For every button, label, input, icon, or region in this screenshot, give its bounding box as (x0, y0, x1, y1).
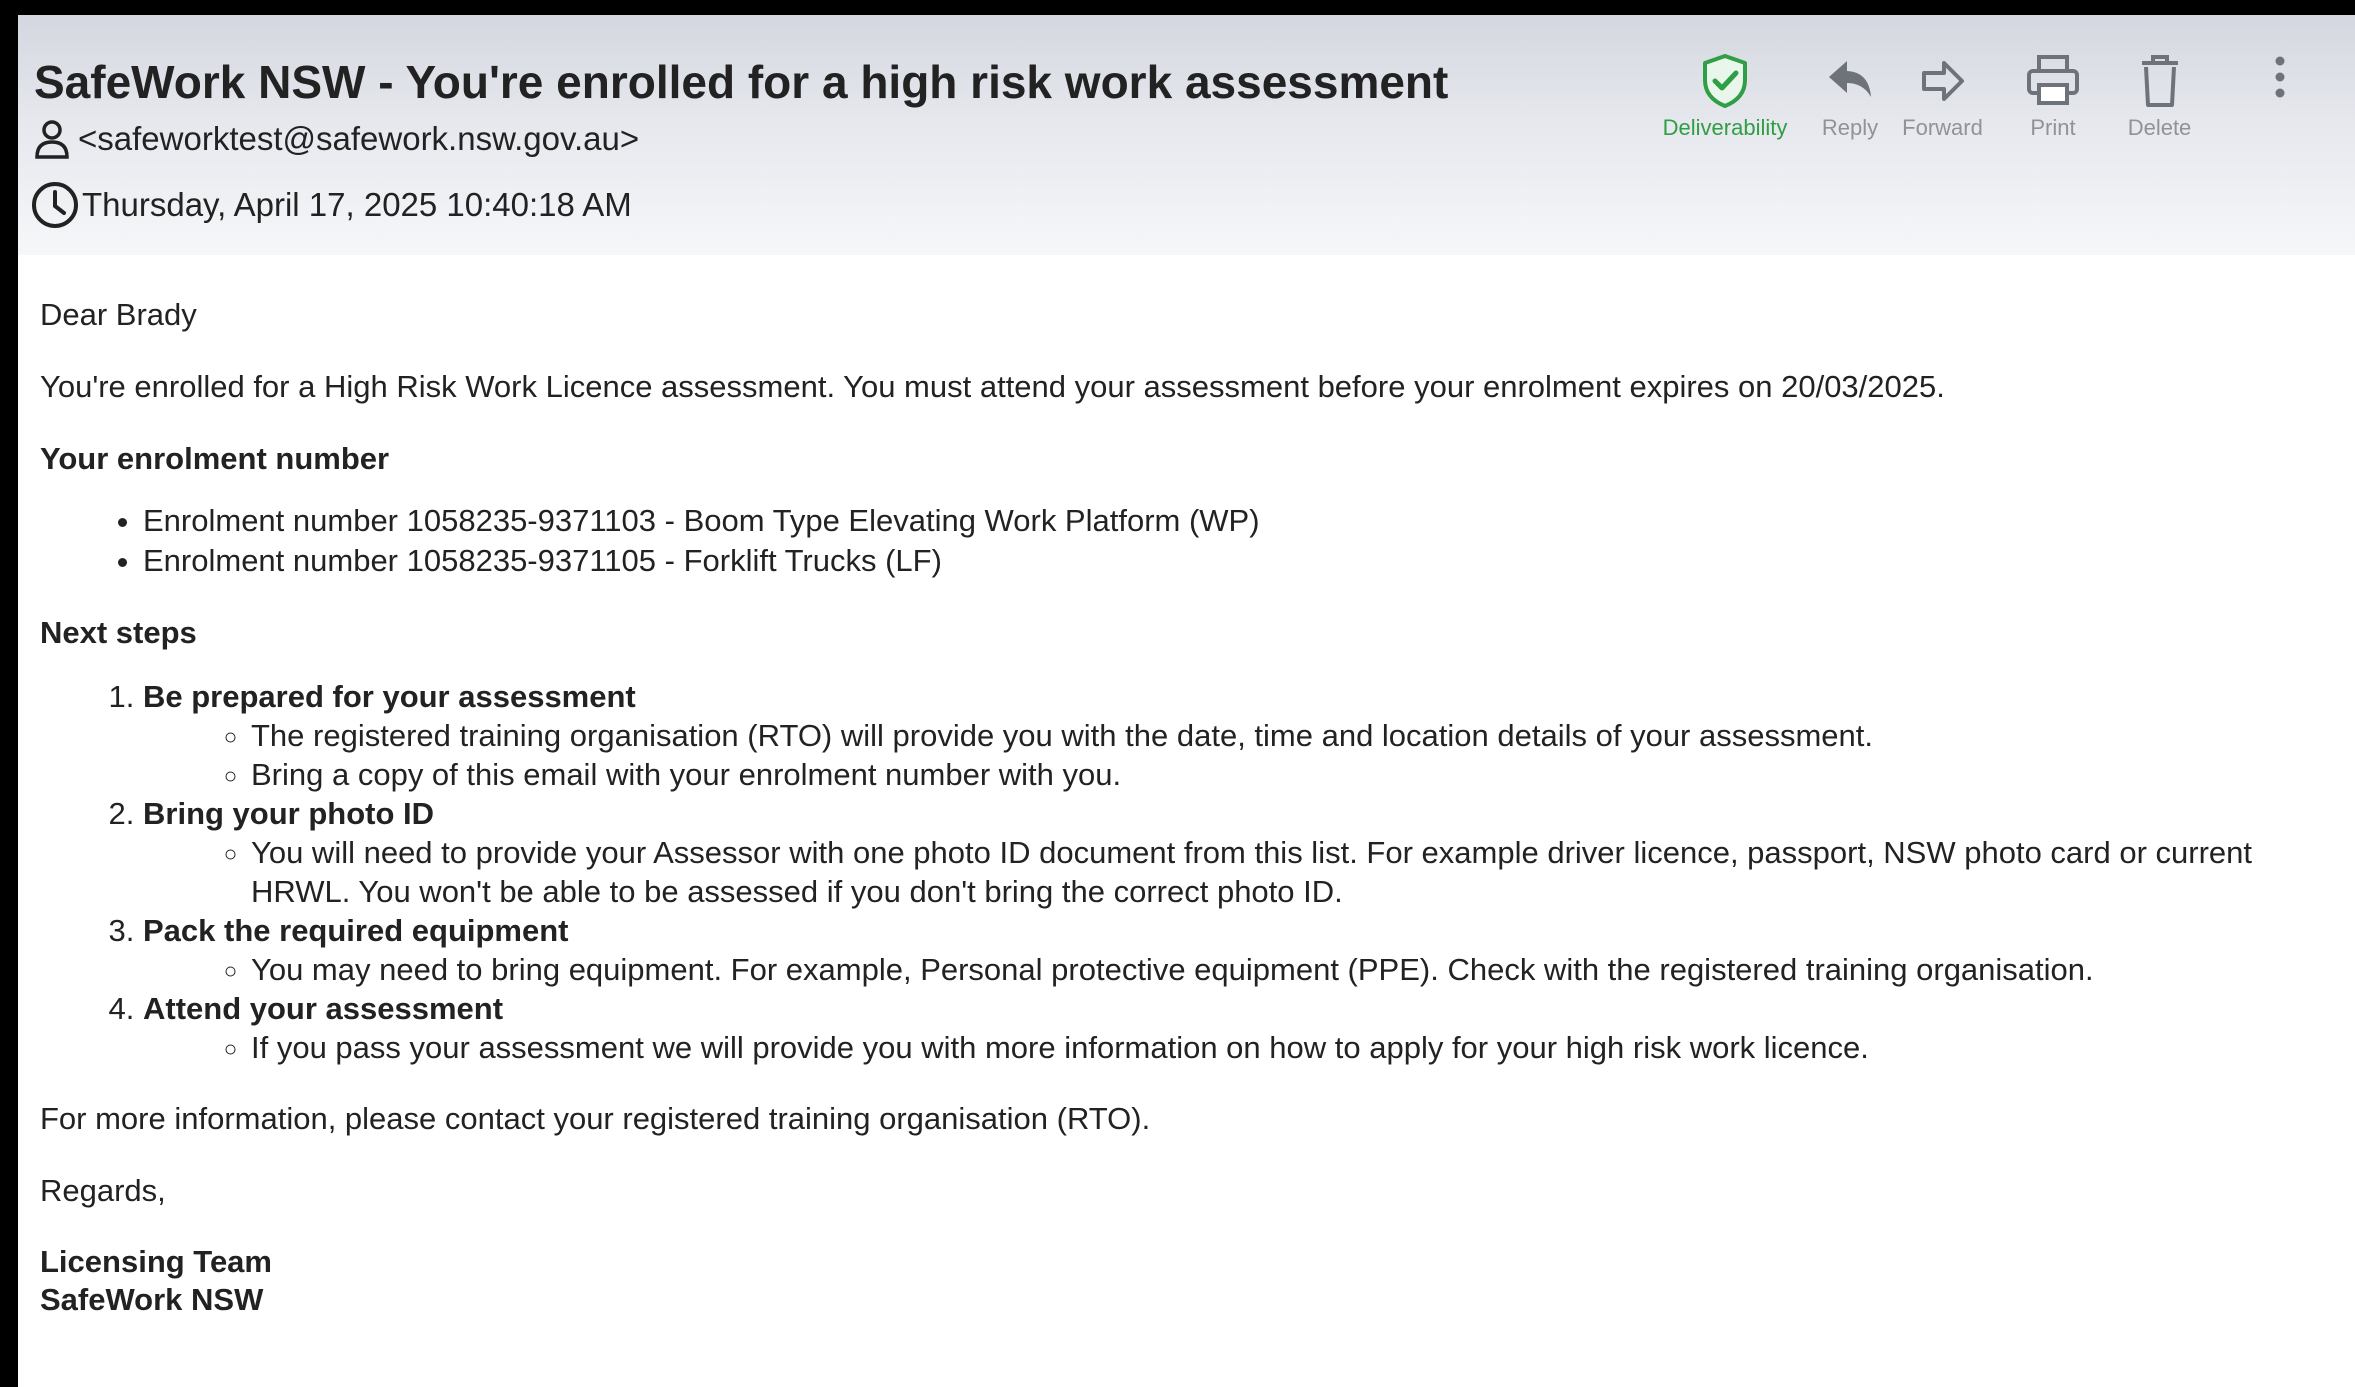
trash-icon (2141, 55, 2178, 107)
step-item: Be prepared for your assessment The regi… (143, 677, 2335, 794)
sender-row: <safeworktest@safework.nsw.gov.au> (34, 119, 639, 159)
list-item: Enrolment number 1058235-9371105 - Forkl… (143, 541, 2335, 581)
enrolment-heading: Your enrolment number (40, 441, 390, 476)
print-label: Print (2030, 115, 2076, 140)
email-toolbar: Deliverability Reply Forward Print Delet… (1655, 53, 2355, 153)
date-row: Thursday, April 17, 2025 10:40:18 AM (32, 180, 632, 230)
step-details: You will need to provide your Assessor w… (143, 833, 2335, 911)
forward-label: Forward (1902, 115, 1983, 140)
step-item: Pack the required equipment You may need… (143, 911, 2335, 989)
email-viewer: SafeWork NSW - You're enrolled for a hig… (18, 15, 2355, 1387)
step-details: You may need to bring equipment. For exa… (143, 950, 2335, 989)
printer-icon (2027, 55, 2079, 105)
list-item: Enrolment number 1058235-9371103 - Boom … (143, 501, 2335, 541)
deliverability-label: Deliverability (1662, 115, 1788, 140)
step-title: Be prepared for your assessment (143, 679, 636, 714)
enrolment-list: Enrolment number 1058235-9371103 - Boom … (40, 501, 2335, 581)
step-title: Bring your photo ID (143, 796, 435, 831)
email-body: Dear Brady You're enrolled for a High Ri… (40, 295, 2335, 1319)
email-subject: SafeWork NSW - You're enrolled for a hig… (34, 56, 1449, 108)
reply-arrow-icon (1829, 61, 1871, 97)
step-item: Bring your photo ID You will need to pro… (143, 794, 2335, 911)
step-title: Pack the required equipment (143, 913, 569, 948)
step-title: Attend your assessment (143, 991, 504, 1026)
step-details: If you pass your assessment we will prov… (143, 1028, 2335, 1067)
delete-button[interactable]: Delete (2122, 53, 2197, 141)
list-item: You may need to bring equipment. For exa… (251, 950, 2335, 989)
shield-check-icon (1703, 54, 1747, 108)
reply-button[interactable]: Reply (1815, 53, 1885, 141)
reply-label: Reply (1821, 115, 1879, 140)
email-header: SafeWork NSW - You're enrolled for a hig… (18, 15, 2355, 255)
step-item: Attend your assessment If you pass your … (143, 989, 2335, 1067)
sent-date: Thursday, April 17, 2025 10:40:18 AM (82, 186, 632, 223)
print-button[interactable]: Print (2018, 53, 2088, 141)
clock-icon (32, 182, 78, 228)
person-icon (35, 120, 69, 159)
step-details: The registered training organisation (RT… (143, 716, 2335, 794)
more-options-button[interactable] (2260, 53, 2300, 109)
list-item: The registered training organisation (RT… (251, 716, 2335, 755)
signature-org: SafeWork NSW (40, 1282, 264, 1317)
greeting: Dear Brady (40, 297, 197, 332)
more-info-paragraph: For more information, please contact you… (40, 1101, 1151, 1136)
kebab-menu-icon (2275, 56, 2285, 98)
forward-arrow-icon (1921, 61, 1964, 101)
list-item: Bring a copy of this email with your enr… (251, 755, 2335, 794)
signature-team: Licensing Team (40, 1244, 272, 1279)
forward-button[interactable]: Forward (1900, 53, 1985, 141)
next-steps-heading: Next steps (40, 615, 197, 650)
delete-label: Delete (2127, 115, 2192, 140)
list-item: If you pass your assessment we will prov… (251, 1028, 2335, 1067)
list-item: You will need to provide your Assessor w… (251, 833, 2335, 911)
intro-paragraph: You're enrolled for a High Risk Work Lic… (40, 369, 1945, 404)
sender-address[interactable]: <safeworktest@safework.nsw.gov.au> (78, 120, 639, 158)
deliverability-button[interactable]: Deliverability (1655, 53, 1795, 141)
next-steps-list: Be prepared for your assessment The regi… (40, 677, 2335, 1067)
regards: Regards, (40, 1173, 166, 1208)
